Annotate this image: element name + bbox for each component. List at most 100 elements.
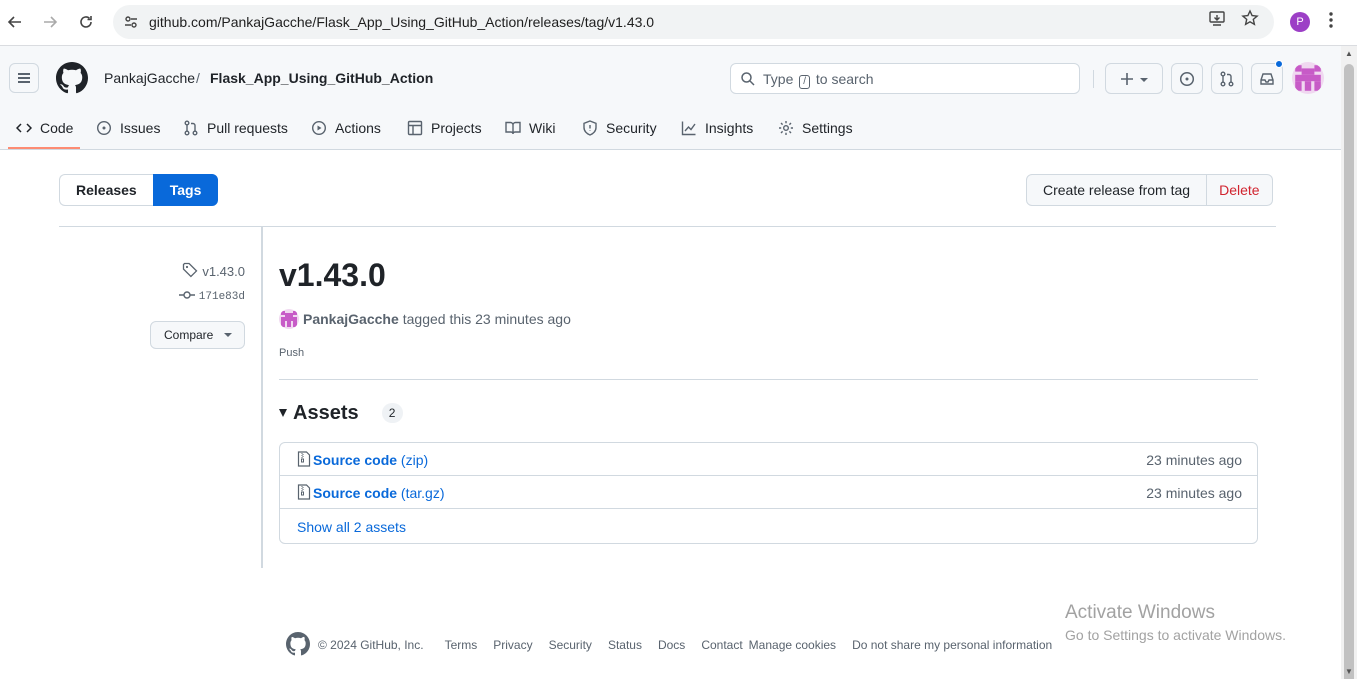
windows-activation-watermark: Activate Windows Go to Settings to activ… bbox=[1065, 602, 1286, 643]
footer-link-do-not-share[interactable]: Do not share my personal information bbox=[852, 638, 1052, 652]
play-icon bbox=[311, 120, 327, 136]
issue-icon bbox=[96, 120, 112, 136]
github-logo-icon[interactable] bbox=[56, 62, 88, 94]
delete-tag-button[interactable]: Delete bbox=[1207, 174, 1273, 206]
watermark-title: Activate Windows bbox=[1065, 602, 1215, 623]
create-new-button[interactable] bbox=[1105, 63, 1163, 94]
tab-settings-label: Settings bbox=[802, 120, 853, 136]
footer-link-status[interactable]: Status bbox=[608, 638, 642, 652]
tag-name: v1.43.0 bbox=[202, 264, 245, 279]
browser-menu-icon[interactable] bbox=[1328, 11, 1334, 34]
release-author-row: PankajGacche tagged this 23 minutes ago bbox=[279, 309, 571, 329]
commit-link[interactable]: 171e83d bbox=[178, 289, 245, 305]
triangle-down-icon bbox=[279, 409, 287, 417]
site-settings-icon[interactable] bbox=[123, 14, 139, 33]
tab-projects-label: Projects bbox=[431, 120, 482, 136]
hamburger-icon bbox=[18, 77, 30, 79]
install-app-icon[interactable] bbox=[1208, 9, 1226, 31]
search-shortcut-key: / bbox=[799, 75, 811, 89]
breadcrumb-owner[interactable]: PankajGacche bbox=[104, 70, 195, 86]
pull-request-icon bbox=[183, 120, 199, 136]
tab-wiki[interactable]: Wiki bbox=[505, 106, 555, 150]
header-divider bbox=[1093, 70, 1094, 88]
scroll-up-icon[interactable]: ▲ bbox=[1345, 49, 1353, 58]
search-placeholder: Type / to search bbox=[763, 71, 874, 89]
bookmark-star-icon[interactable] bbox=[1241, 9, 1259, 31]
reload-icon[interactable] bbox=[75, 11, 97, 33]
footer-link-terms[interactable]: Terms bbox=[445, 638, 478, 652]
asset-time: 23 minutes ago bbox=[1146, 485, 1242, 501]
footer-copyright: © 2024 GitHub, Inc. bbox=[318, 638, 424, 652]
assets-toggle[interactable]: Assets 2 bbox=[279, 401, 403, 425]
shield-icon bbox=[582, 120, 598, 136]
compare-button[interactable]: Compare bbox=[150, 321, 245, 349]
assets-heading: Assets bbox=[293, 401, 359, 424]
url-text[interactable]: github.com/PankajGacche/Flask_App_Using_… bbox=[149, 14, 654, 30]
watermark-subtitle: Go to Settings to activate Windows. bbox=[1065, 627, 1286, 643]
search-input[interactable]: Type / to search bbox=[730, 63, 1080, 94]
compare-label: Compare bbox=[164, 328, 214, 342]
tab-insights[interactable]: Insights bbox=[681, 106, 753, 150]
tag-icon bbox=[182, 262, 198, 281]
create-release-button[interactable]: Create release from tag bbox=[1026, 174, 1208, 206]
notification-indicator bbox=[1275, 60, 1283, 68]
asset-ext: (tar.gz) bbox=[400, 485, 445, 501]
asset-row: Source code (tar.gz) 23 minutes ago bbox=[280, 476, 1257, 509]
releases-tab-button[interactable]: Releases bbox=[59, 174, 153, 206]
github-mark-icon[interactable] bbox=[286, 631, 310, 659]
tab-code[interactable]: Code bbox=[15, 106, 74, 150]
back-icon[interactable] bbox=[4, 11, 26, 33]
tab-insights-label: Insights bbox=[705, 120, 754, 136]
tab-actions-label: Actions bbox=[335, 120, 381, 136]
address-bar[interactable]: github.com/PankajGacche/Flask_App_Using_… bbox=[113, 5, 1274, 39]
tab-projects[interactable]: Projects bbox=[407, 106, 482, 150]
page-scrollbar[interactable]: ▲ ▼ bbox=[1341, 46, 1357, 679]
tab-security[interactable]: Security bbox=[582, 106, 657, 150]
asset-link[interactable]: Source code (tar.gz) bbox=[313, 485, 445, 501]
footer-link-manage-cookies[interactable]: Manage cookies bbox=[749, 638, 836, 652]
footer-link-security[interactable]: Security bbox=[549, 638, 592, 652]
assets-list: Source code (zip) 23 minutes ago Source … bbox=[279, 442, 1258, 544]
assets-count-badge: 2 bbox=[381, 403, 403, 423]
sidebar-divider bbox=[261, 227, 263, 568]
pull-requests-header-button[interactable] bbox=[1211, 63, 1243, 94]
divider bbox=[59, 226, 1276, 227]
asset-link[interactable]: Source code (zip) bbox=[313, 452, 428, 468]
menu-button[interactable] bbox=[9, 63, 39, 93]
issues-header-button[interactable] bbox=[1171, 63, 1203, 94]
author-avatar[interactable] bbox=[279, 309, 299, 329]
breadcrumb-repo[interactable]: Flask_App_Using_GitHub_Action bbox=[210, 70, 433, 86]
footer-link-privacy[interactable]: Privacy bbox=[493, 638, 532, 652]
table-icon bbox=[407, 120, 423, 136]
commit-sha: 171e83d bbox=[198, 291, 245, 303]
footer-link-contact[interactable]: Contact bbox=[701, 638, 742, 652]
tab-code-label: Code bbox=[40, 120, 74, 136]
file-zip-icon bbox=[297, 484, 311, 503]
tab-pull-requests[interactable]: Pull requests bbox=[183, 106, 288, 150]
show-all-assets-link[interactable]: Show all 2 assets bbox=[297, 519, 406, 535]
asset-row: Source code (zip) 23 minutes ago bbox=[280, 443, 1257, 476]
footer-link-docs[interactable]: Docs bbox=[658, 638, 685, 652]
tagged-time-text: tagged this 23 minutes ago bbox=[402, 311, 571, 327]
user-avatar[interactable] bbox=[1292, 62, 1324, 94]
scrollbar-thumb[interactable] bbox=[1344, 64, 1354, 679]
profile-avatar[interactable]: P bbox=[1290, 12, 1310, 32]
tab-security-label: Security bbox=[606, 120, 657, 136]
tab-actions[interactable]: Actions bbox=[311, 106, 381, 150]
tab-settings[interactable]: Settings bbox=[778, 106, 853, 150]
forward-icon[interactable] bbox=[39, 11, 61, 33]
tag-link[interactable]: v1.43.0 bbox=[182, 262, 245, 281]
breadcrumb-separator: / bbox=[196, 70, 200, 86]
release-title: v1.43.0 bbox=[279, 257, 386, 293]
tab-issues-label: Issues bbox=[120, 120, 161, 136]
tab-issues[interactable]: Issues bbox=[96, 106, 160, 150]
tag-actions: Create release from tag Delete bbox=[1026, 174, 1273, 206]
chevron-down-icon bbox=[224, 333, 232, 337]
scroll-down-icon[interactable]: ▼ bbox=[1345, 667, 1353, 676]
author-link[interactable]: PankajGacche bbox=[303, 311, 399, 327]
divider bbox=[279, 379, 1258, 380]
asset-time: 23 minutes ago bbox=[1146, 452, 1242, 468]
tab-pull-requests-label: Pull requests bbox=[207, 120, 288, 136]
tags-tab-button[interactable]: Tags bbox=[152, 174, 219, 206]
github-header: PankajGacche / Flask_App_Using_GitHub_Ac… bbox=[0, 46, 1341, 150]
